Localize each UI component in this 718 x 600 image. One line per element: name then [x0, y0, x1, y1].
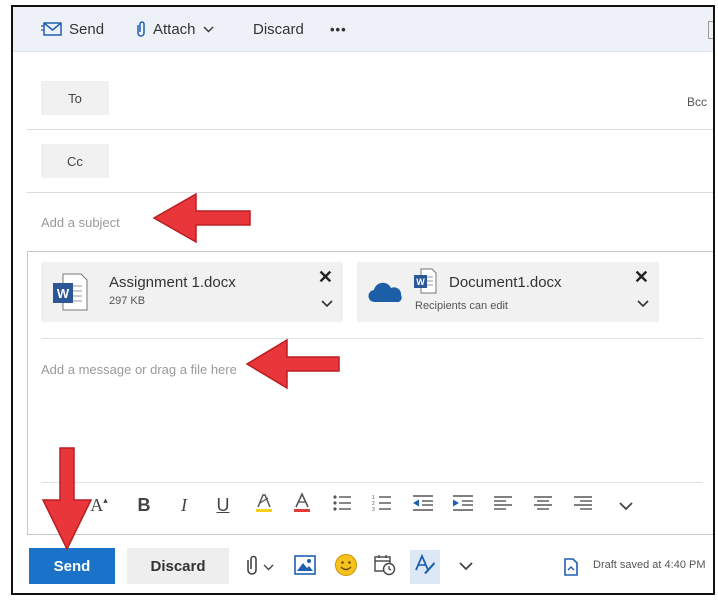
- subject-input[interactable]: Add a subject: [41, 215, 120, 230]
- bullets-button[interactable]: [330, 491, 354, 519]
- remove-attachment-icon[interactable]: ✕: [318, 267, 333, 288]
- highlighter-icon: [254, 492, 274, 519]
- bold-button[interactable]: B: [132, 491, 156, 519]
- picture-icon: [294, 554, 316, 580]
- attachment-name: Assignment 1.docx: [109, 274, 236, 291]
- bullet-list-icon: [332, 494, 352, 517]
- attach-file-button[interactable]: [245, 554, 274, 581]
- attachment-card[interactable]: W Document1.docx Recipients can edit ✕: [357, 262, 659, 322]
- formatting-toggle-button[interactable]: [410, 550, 440, 584]
- paperclip-icon: [135, 20, 147, 38]
- insert-picture-button[interactable]: [294, 554, 316, 580]
- cc-button[interactable]: Cc: [41, 144, 109, 178]
- toolbar-attach-label: Attach: [153, 20, 196, 38]
- top-toolbar: Send Attach Discard •••: [13, 7, 713, 52]
- outdent-icon: [412, 494, 434, 517]
- draft-status-icon: [564, 556, 578, 578]
- align-right-icon: [573, 495, 593, 516]
- svg-text:W: W: [416, 277, 425, 287]
- toolbar-discard-button[interactable]: Discard: [253, 18, 304, 40]
- align-center-icon: [533, 495, 553, 516]
- toolbar-send-button[interactable]: Send: [41, 18, 104, 40]
- toolbar-discard-label: Discard: [253, 20, 304, 38]
- word-doc-icon: W: [51, 272, 89, 317]
- chevron-down-icon: [619, 495, 633, 516]
- more-formatting-button[interactable]: [614, 491, 638, 519]
- send-icon: [41, 21, 63, 37]
- more-actions-button[interactable]: [459, 556, 473, 578]
- scroll-edge: [708, 21, 713, 39]
- message-body: W Assignment 1.docx 297 KB ✕ W Document1…: [27, 251, 713, 535]
- message-input[interactable]: Add a message or drag a file here: [41, 362, 237, 377]
- word-doc-small-icon: W: [413, 268, 437, 299]
- toolbar-attach-button[interactable]: Attach: [135, 18, 214, 40]
- decrease-indent-button[interactable]: [411, 491, 435, 519]
- svg-text:W: W: [57, 286, 70, 301]
- format-text-icon: [414, 553, 436, 581]
- attachment-name: Document1.docx: [449, 274, 562, 291]
- chevron-down-icon: [263, 558, 274, 576]
- superscript-mark: ▴: [103, 494, 108, 505]
- send-button[interactable]: Send: [29, 548, 115, 584]
- to-button[interactable]: To: [41, 81, 109, 115]
- annotation-arrow-left: [152, 192, 251, 244]
- divider: [41, 482, 703, 483]
- emoji-button[interactable]: [334, 553, 358, 578]
- svg-text:3: 3: [372, 507, 375, 512]
- attachment-size: 297 KB: [109, 295, 146, 307]
- align-center-button[interactable]: [531, 491, 555, 519]
- align-left-icon: [493, 495, 513, 516]
- underline-button[interactable]: U: [211, 491, 235, 519]
- chevron-down-icon: [459, 558, 473, 576]
- align-left-button[interactable]: [491, 491, 515, 519]
- indent-icon: [452, 494, 474, 517]
- annotation-arrow-down: [41, 447, 93, 551]
- annotation-arrow-left: [245, 338, 340, 390]
- chevron-down-icon: [203, 26, 214, 33]
- increase-indent-button[interactable]: [451, 491, 475, 519]
- attachment-permission: Recipients can edit: [415, 300, 508, 312]
- more-icon: •••: [330, 21, 347, 37]
- schedule-button[interactable]: [374, 554, 396, 581]
- align-right-button[interactable]: [571, 491, 595, 519]
- cc-row: Cc: [27, 130, 713, 193]
- numbered-list-icon: 123: [372, 494, 392, 517]
- italic-button[interactable]: I: [172, 491, 196, 519]
- draft-saved-status: Draft saved at 4:40 PM: [593, 559, 706, 571]
- remove-attachment-icon[interactable]: ✕: [634, 267, 649, 288]
- attachment-card[interactable]: W Assignment 1.docx 297 KB ✕: [41, 262, 343, 322]
- paperclip-icon: [245, 554, 259, 581]
- divider: [41, 338, 703, 339]
- more-options-button[interactable]: •••: [330, 18, 347, 40]
- chevron-down-icon[interactable]: [637, 295, 649, 313]
- onedrive-cloud-icon: [367, 282, 403, 309]
- toolbar-send-label: Send: [69, 20, 105, 38]
- highlight-button[interactable]: [252, 491, 276, 519]
- font-color-button[interactable]: [290, 491, 314, 519]
- discard-button[interactable]: Discard: [127, 548, 229, 584]
- to-row: To Bcc: [27, 67, 713, 130]
- bcc-button[interactable]: Bcc: [687, 95, 707, 109]
- smiley-icon: [334, 553, 358, 582]
- font-color-icon: [292, 491, 312, 519]
- numbering-button[interactable]: 123: [370, 491, 394, 519]
- compose-window: Send Attach Discard ••• To Bcc Cc Add a …: [11, 5, 715, 595]
- calendar-clock-icon: [374, 554, 396, 581]
- chevron-down-icon[interactable]: [321, 295, 333, 313]
